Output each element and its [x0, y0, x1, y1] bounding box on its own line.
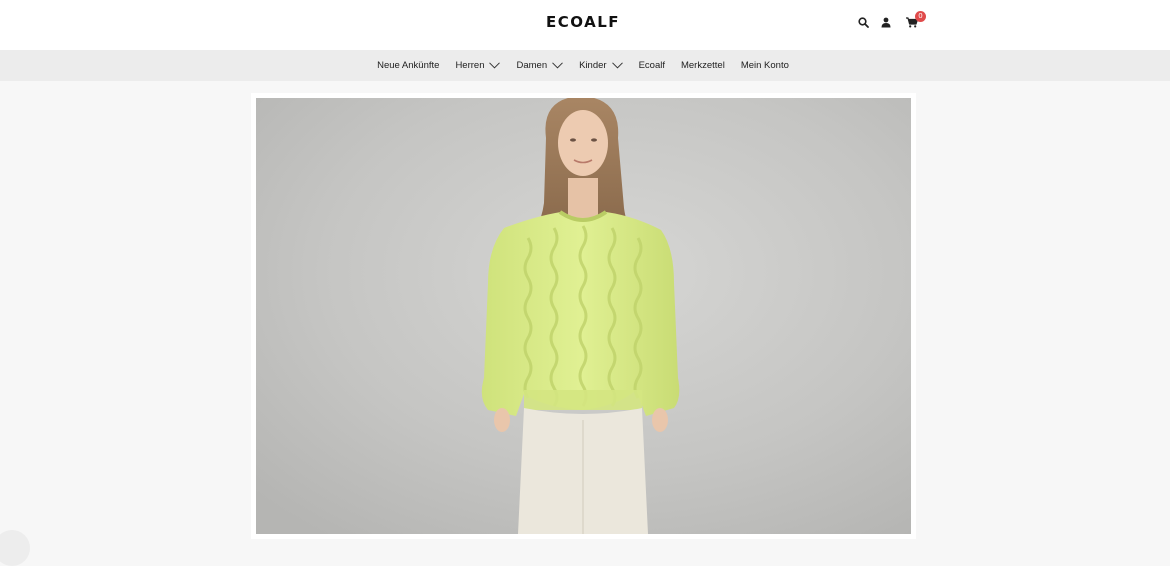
main-navigation: Neue Ankünfte Herren Damen Kinder Ecoalf…	[0, 50, 1170, 81]
nav-item-kinder[interactable]: Kinder	[579, 60, 623, 71]
nav-item-label: Mein Konto	[740, 60, 789, 71]
search-icon[interactable]	[858, 17, 872, 31]
nav-item-label: Neue Ankünfte	[377, 60, 440, 71]
chevron-down-icon	[552, 62, 563, 69]
site-logo[interactable]: ECOALF	[0, 13, 1166, 31]
nav-item-label: Kinder	[579, 60, 607, 71]
nav-item-label: Merkzettel	[680, 60, 725, 71]
nav-item-merkzettel[interactable]: Merkzettel	[681, 60, 725, 71]
nav-item-damen[interactable]: Damen	[516, 60, 563, 71]
nav-item-neue-ankuenfte[interactable]: Neue Ankünfte	[377, 60, 439, 71]
nav-item-ecoalf[interactable]: Ecoalf	[639, 60, 665, 71]
nav-item-label: Ecoalf	[638, 60, 665, 71]
chat-widget-button[interactable]	[0, 530, 30, 566]
model-photo	[256, 98, 911, 534]
nav-item-label: Herren	[455, 60, 485, 71]
nav-item-label: Damen	[516, 60, 548, 71]
site-header: ECOALF	[0, 0, 1170, 50]
chevron-down-icon	[611, 62, 623, 69]
hero-image[interactable]	[256, 98, 911, 534]
chevron-down-icon	[489, 62, 501, 69]
cart-count-badge: 0	[915, 11, 926, 22]
user-icon[interactable]	[881, 17, 895, 31]
nav-item-herren[interactable]: Herren	[455, 60, 501, 71]
nav-item-mein-konto[interactable]: Mein Konto	[741, 60, 789, 71]
